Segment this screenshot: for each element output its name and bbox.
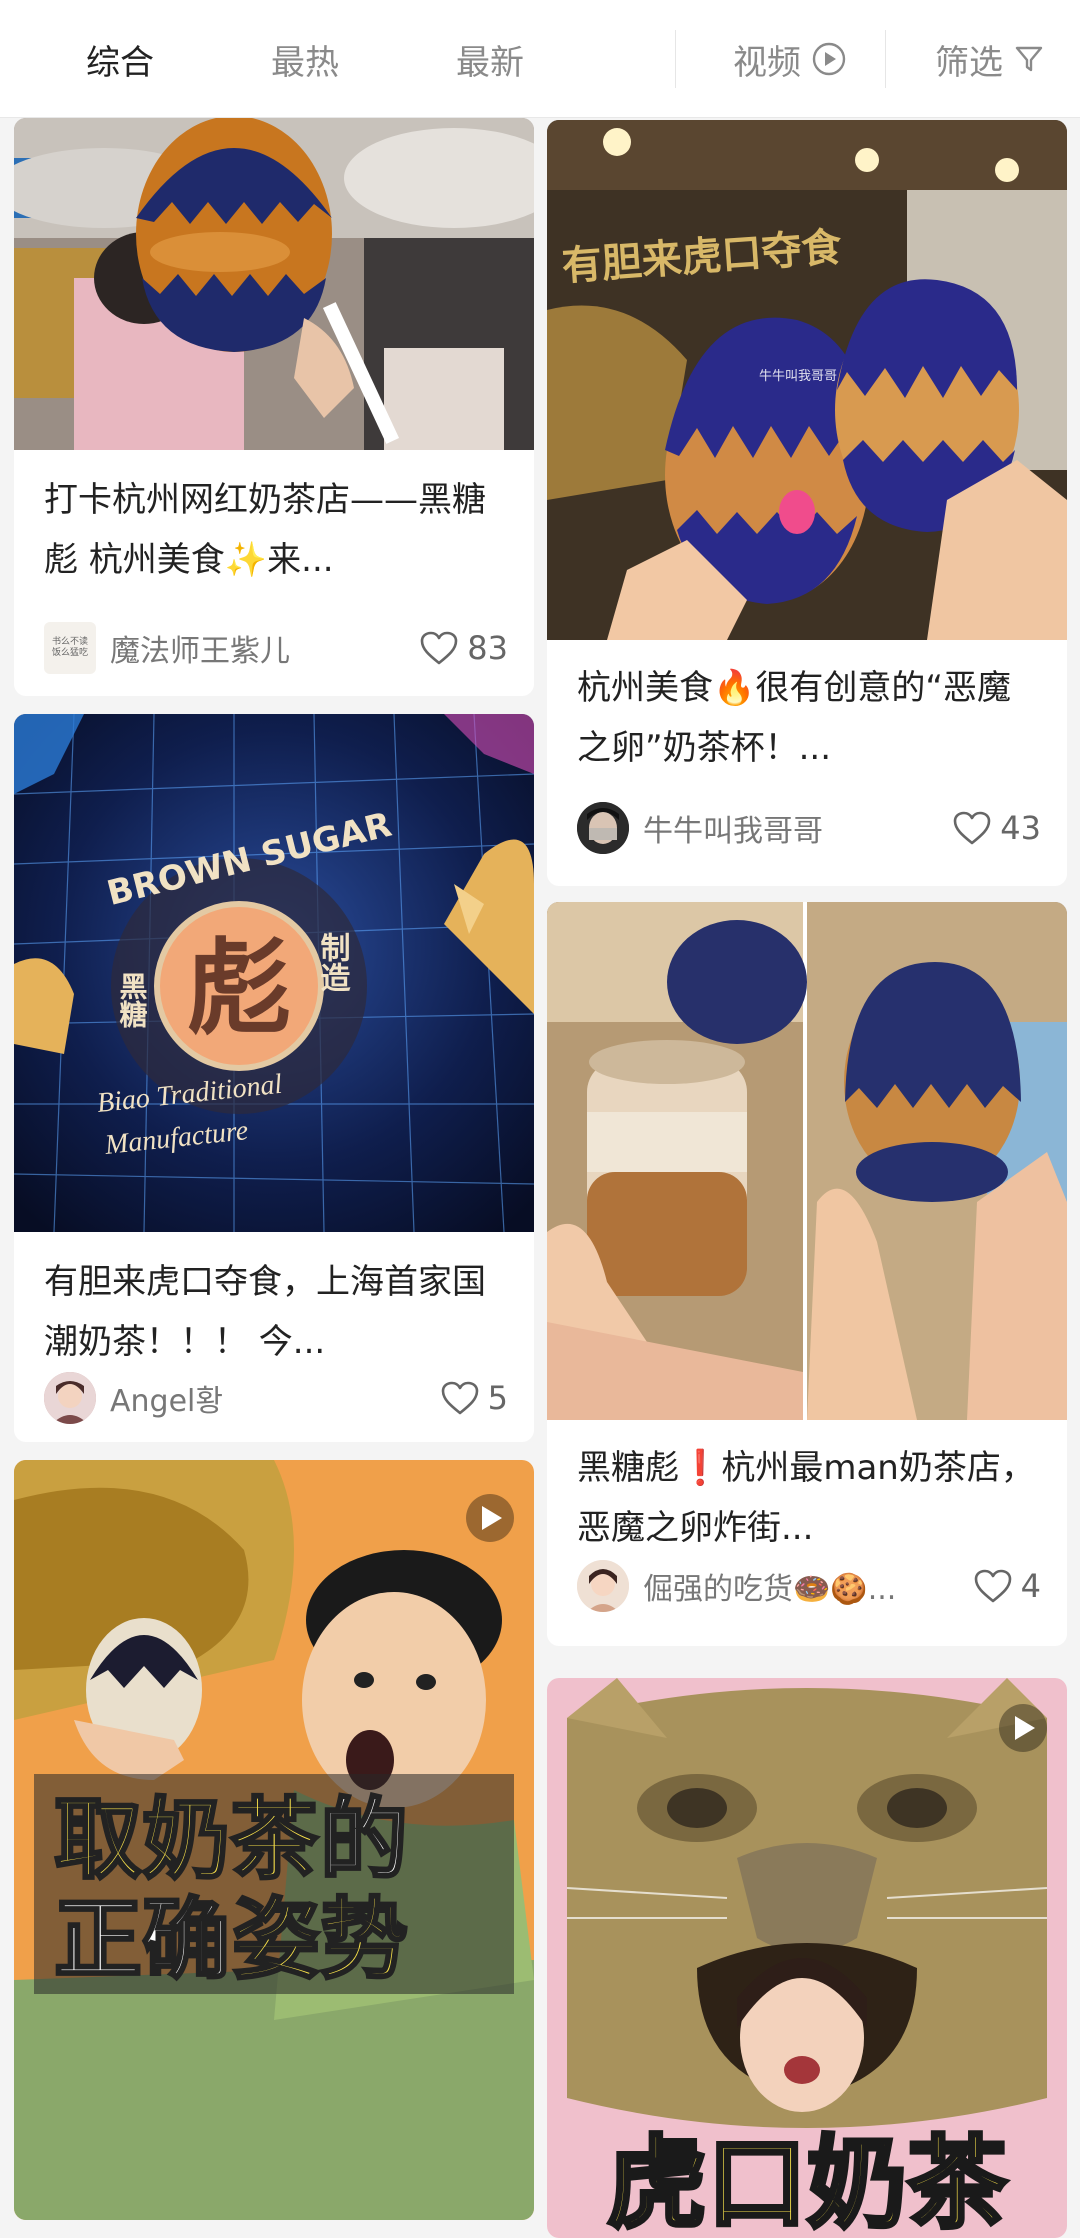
heart-outline-icon — [974, 1569, 1011, 1603]
note-meta: 牛牛叫我哥哥 43 — [577, 800, 1041, 856]
author-name[interactable]: 倔强的吃货🍩🍪... — [643, 1564, 973, 1608]
video-note-card[interactable]: 取奶茶 的 正确 姿势 — [14, 1460, 534, 2220]
like-button[interactable]: 83 — [419, 629, 508, 667]
tab-video-label: 视频 — [733, 42, 801, 83]
sign-char: 彪 — [187, 927, 291, 1049]
tab-filter-label: 筛选 — [935, 42, 1003, 83]
note-card[interactable]: 有胆来虎口夺食 牛牛叫我哥哥 杭州美食🔥很有创意的“恶魔之卵”奶茶杯！... 牛… — [547, 120, 1067, 886]
sign-left: 黑糖 — [116, 972, 149, 1028]
tab-new[interactable]: 最新 — [430, 0, 550, 118]
like-button[interactable]: 5 — [440, 1379, 508, 1417]
note-cover-image[interactable]: 虎口奶茶 — [547, 1678, 1067, 2238]
play-circle-icon — [812, 42, 846, 76]
video-text-line2a: 正确 — [54, 1888, 230, 1991]
tab-divider — [885, 30, 886, 88]
like-count: 5 — [487, 1379, 508, 1417]
heart-outline-icon — [420, 631, 458, 665]
filter-tab-bar: 综合 最热 最新 视频 筛选 — [0, 0, 1080, 118]
note-meta: 倔强的吃货🍩🍪... 4 — [577, 1558, 1041, 1614]
milk-tea-cups-photo — [547, 902, 1067, 1420]
sign-right: 制造 — [315, 932, 351, 993]
note-meta: 书么不读 饭么猛吃 魔法师王紫儿 83 — [44, 620, 508, 676]
video-text-line2b: 姿势 — [232, 1888, 408, 1991]
tab-all[interactable]: 综合 — [60, 0, 180, 118]
heart-outline-icon — [441, 1381, 478, 1415]
egg-tea-photo — [14, 118, 534, 450]
tab-video[interactable]: 视频 — [715, 0, 865, 118]
note-cover-image[interactable]: 彪 BROWN SUGAR 黑糖 制造 Biao Traditional Man… — [14, 714, 534, 1232]
like-count: 43 — [1000, 809, 1041, 847]
avatar-image — [577, 1560, 629, 1612]
tab-hot[interactable]: 最热 — [245, 0, 365, 118]
avatar[interactable]: 书么不读 饭么猛吃 — [44, 622, 96, 674]
avatar[interactable] — [577, 1560, 629, 1612]
video-text-line1a: 取奶茶 — [54, 1788, 319, 1891]
tab-divider — [675, 30, 676, 88]
author-name[interactable]: 牛牛叫我哥哥 — [643, 806, 952, 850]
note-title[interactable]: 打卡杭州网红奶茶店——黑糖彪 杭州美食✨来... — [44, 470, 508, 590]
tab-filter[interactable]: 筛选 — [920, 0, 1060, 118]
video-note-card[interactable]: 虎口奶茶 — [547, 1678, 1067, 2238]
funnel-icon — [1015, 46, 1043, 72]
avatar-image — [577, 802, 629, 854]
note-title[interactable]: 有胆来虎口夺食，上海首家国潮奶茶！！！ 今... — [44, 1252, 508, 1372]
avatar-text: 书么不读 饭么猛吃 — [51, 637, 88, 658]
note-title[interactable]: 黑糖彪❗️杭州最man奶茶店，恶魔之卵炸街... — [577, 1438, 1041, 1558]
like-button[interactable]: 43 — [952, 809, 1041, 847]
avatar[interactable] — [44, 1372, 96, 1424]
like-count: 4 — [1020, 1567, 1041, 1605]
avatar[interactable] — [577, 802, 629, 854]
brown-sugar-sign-photo: 彪 BROWN SUGAR 黑糖 制造 Biao Traditional Man… — [14, 714, 534, 1232]
heart-outline-icon — [953, 811, 991, 845]
like-button[interactable]: 4 — [973, 1567, 1041, 1605]
note-card[interactable]: 彪 BROWN SUGAR 黑糖 制造 Biao Traditional Man… — [14, 714, 534, 1442]
video-cover-text: 虎口奶茶 — [607, 2125, 1008, 2238]
avatar-image — [44, 1372, 96, 1424]
note-title[interactable]: 杭州美食🔥很有创意的“恶魔之卵”奶茶杯！... — [577, 658, 1041, 778]
note-card[interactable]: 黑糖彪❗️杭州最man奶茶店，恶魔之卵炸街... 倔强的吃货🍩🍪... 4 — [547, 902, 1067, 1646]
author-name[interactable]: Angel황 — [110, 1376, 440, 1420]
like-count: 83 — [467, 629, 508, 667]
author-name[interactable]: 魔法师王紫儿 — [110, 626, 419, 670]
note-card[interactable]: 打卡杭州网红奶茶店——黑糖彪 杭州美食✨来... 书么不读 饭么猛吃 魔法师王紫… — [14, 118, 534, 696]
video-text-line1b: 的 — [320, 1788, 408, 1891]
note-meta: Angel황 5 — [44, 1370, 508, 1426]
image-watermark: 牛牛叫我哥哥 — [759, 369, 837, 384]
tiger-mouth-video-cover: 虎口奶茶 — [547, 1678, 1067, 2238]
note-cover-image[interactable]: 有胆来虎口夺食 牛牛叫我哥哥 — [547, 120, 1067, 640]
egg-cups-photo: 有胆来虎口夺食 牛牛叫我哥哥 — [547, 120, 1067, 640]
note-cover-image[interactable] — [547, 902, 1067, 1420]
note-cover-image[interactable]: 取奶茶 的 正确 姿势 — [14, 1460, 534, 2220]
video-cover-photo: 取奶茶 的 正确 姿势 — [14, 1460, 534, 2220]
note-cover-image[interactable] — [14, 118, 534, 450]
